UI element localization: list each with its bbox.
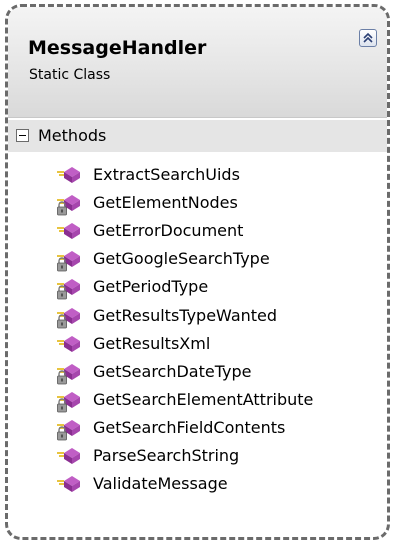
public-method-icon (56, 472, 82, 500)
method-item[interactable]: GetSearchDateType (8, 360, 387, 388)
collapse-button[interactable] (359, 29, 377, 47)
private-method-icon (56, 304, 82, 332)
method-name: GetResultsXml (93, 333, 211, 353)
method-name: GetGoogleSearchType (93, 249, 270, 269)
method-item[interactable]: GetGoogleSearchType (8, 247, 387, 275)
method-name: ParseSearchString (93, 446, 240, 465)
private-method-icon (56, 360, 82, 388)
method-name: GetSearchElementAttribute (93, 389, 314, 409)
method-name: ValidateMessage (93, 474, 228, 494)
method-item[interactable]: GetElementNodes (8, 191, 387, 219)
public-method-icon (56, 332, 82, 360)
method-item[interactable]: ExtractSearchUids (8, 163, 387, 191)
double-chevron-up-icon (363, 32, 373, 43)
private-method-icon (56, 388, 82, 416)
private-method-icon (56, 247, 82, 275)
method-name: ExtractSearchUids (93, 165, 240, 184)
private-method-icon (56, 191, 82, 219)
method-item[interactable]: GetResultsTypeWanted (8, 304, 387, 332)
public-method-icon (56, 163, 82, 191)
method-name: GetSearchFieldContents (93, 417, 286, 437)
method-name: GetResultsTypeWanted (93, 305, 278, 325)
private-method-icon (56, 416, 82, 444)
method-name: GetErrorDocument (93, 221, 244, 241)
public-method-icon (56, 444, 82, 472)
method-item[interactable]: GetSearchElementAttribute (8, 388, 387, 416)
method-name: GetSearchDateType (93, 361, 252, 381)
compartment-label: Methods (38, 126, 107, 145)
methods-compartment-header[interactable]: Methods (8, 120, 387, 152)
method-item[interactable]: GetPeriodType (8, 275, 387, 303)
method-name: GetPeriodType (93, 277, 209, 297)
minus-box-icon[interactable] (16, 129, 29, 142)
class-name: MessageHandler (28, 37, 207, 59)
method-item[interactable]: GetErrorDocument (8, 219, 387, 247)
class-shape[interactable]: MessageHandler Static Class Methods Extr… (5, 4, 390, 540)
method-item[interactable]: ValidateMessage (8, 472, 387, 500)
class-kind: Static Class (29, 67, 111, 83)
public-method-icon (56, 219, 82, 247)
method-item[interactable]: GetSearchFieldContents (8, 416, 387, 444)
method-item[interactable]: GetResultsXml (8, 332, 387, 360)
private-method-icon (56, 275, 82, 303)
method-item[interactable]: ParseSearchString (8, 444, 387, 472)
class-header[interactable]: MessageHandler Static Class (8, 7, 387, 118)
method-name: GetElementNodes (93, 193, 238, 213)
